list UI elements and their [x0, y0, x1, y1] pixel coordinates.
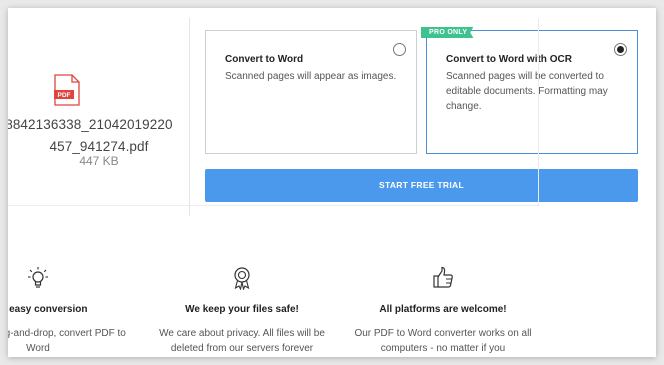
thumbs-up-icon: [433, 266, 453, 288]
award-ribbon-icon: [234, 267, 250, 290]
file-name-line2: 457_941274.pdf: [49, 139, 149, 154]
radio-convert-to-word-ocr[interactable]: [614, 43, 627, 56]
lightbulb-icon: [28, 267, 48, 288]
file-panel: PDF 878842136338_21042019220 457_941274.…: [8, 18, 190, 216]
pdf-icon-label: PDF: [58, 92, 71, 99]
radio-convert-to-word[interactable]: [393, 43, 406, 56]
conversion-options: Convert to Word Scanned pages will appea…: [190, 18, 656, 216]
feature-all-platforms: All platforms are welcome! Our PDF to Wo…: [343, 266, 543, 356]
file-name-line1: 878842136338_21042019220: [8, 117, 173, 132]
option-description: Scanned pages will appear as images.: [225, 71, 397, 82]
pdf-file-icon: PDF: [54, 74, 80, 106]
converter-page: PDF 878842136338_21042019220 457_941274.…: [8, 8, 656, 357]
option-convert-to-word-ocr[interactable]: PRO ONLY Convert to Word with OCR Scanne…: [421, 27, 638, 154]
file-name: 878842136338_21042019220 457_941274.pdf: [8, 114, 190, 158]
option-title: Convert to Word: [225, 54, 304, 65]
file-size: 447 KB: [79, 154, 119, 168]
feature-title: We keep your files safe!: [185, 304, 299, 315]
feature-description: We care about privacy. All files will be…: [159, 328, 325, 354]
feature-easy-conversion: and easy conversion o simple drag-and-dr…: [8, 266, 138, 356]
pro-only-badge: PRO ONLY: [421, 27, 474, 38]
divider: [538, 18, 539, 206]
feature-title: and easy conversion: [8, 304, 88, 315]
divider: [8, 205, 538, 206]
option-convert-to-word[interactable]: Convert to Word Scanned pages will appea…: [205, 30, 417, 154]
feature-title: All platforms are welcome!: [379, 304, 507, 315]
start-free-trial-button[interactable]: START FREE TRIAL: [205, 169, 638, 202]
option-title: Convert to Word with OCR: [446, 54, 572, 65]
option-description: Scanned pages will be converted to edita…: [446, 71, 608, 112]
feature-description: Our PDF to Word converter works on all c…: [354, 328, 532, 354]
feature-files-safe: We keep your files safe! We care about p…: [142, 266, 342, 356]
feature-description: o simple drag-and-drop, convert PDF to W…: [8, 328, 126, 354]
